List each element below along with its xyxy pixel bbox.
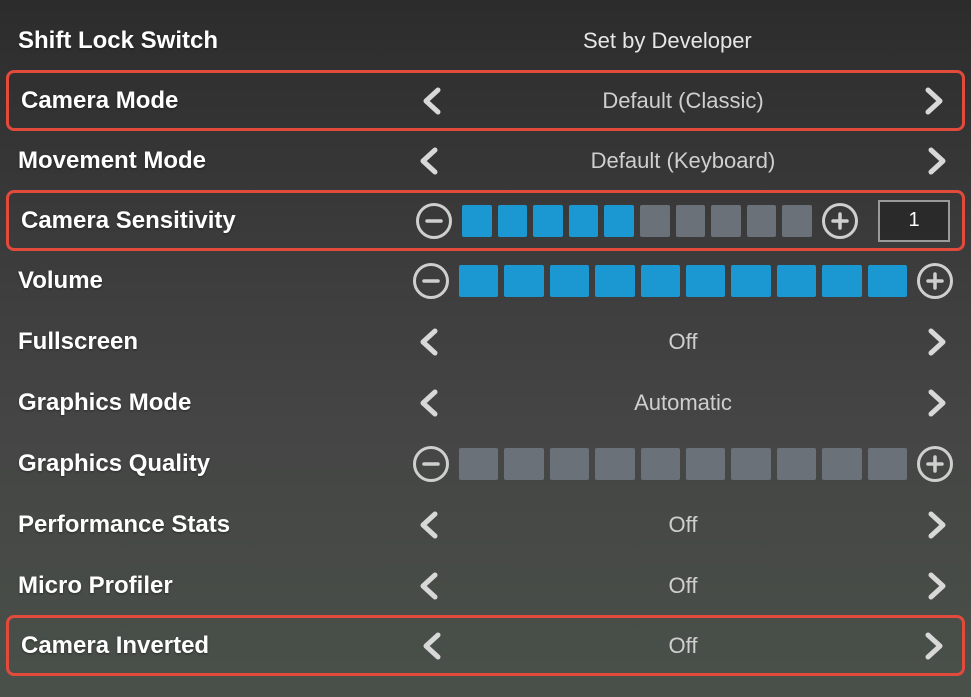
setting-label: Camera Inverted bbox=[21, 632, 416, 660]
slider-segment bbox=[569, 205, 599, 237]
plus-icon[interactable] bbox=[822, 203, 858, 239]
chevron-right-icon[interactable] bbox=[919, 325, 953, 359]
setting-control: Off bbox=[413, 494, 953, 555]
slider-segment bbox=[822, 448, 861, 480]
setting-row-fullscreen: Fullscreen Off bbox=[0, 311, 971, 372]
slider-track[interactable] bbox=[459, 265, 907, 297]
plus-icon[interactable] bbox=[917, 446, 953, 482]
minus-icon[interactable] bbox=[413, 263, 449, 299]
slider-segment bbox=[640, 205, 670, 237]
setting-row-camera-mode: Camera Mode Default (Classic) bbox=[6, 70, 965, 131]
chevron-left-icon[interactable] bbox=[416, 629, 450, 663]
setting-label: Camera Sensitivity bbox=[21, 207, 416, 235]
chevron-left-icon[interactable] bbox=[413, 325, 447, 359]
selector-value: Off bbox=[450, 633, 916, 659]
slider-segment bbox=[731, 265, 770, 297]
slider-segment bbox=[676, 205, 706, 237]
chevron-left-icon[interactable] bbox=[413, 386, 447, 420]
slider-segment bbox=[868, 265, 907, 297]
setting-label: Fullscreen bbox=[18, 328, 413, 356]
minus-icon[interactable] bbox=[416, 203, 452, 239]
setting-row-camera-inverted: Camera Inverted Off bbox=[6, 615, 965, 676]
slider-segment bbox=[533, 205, 563, 237]
setting-label: Graphics Mode bbox=[18, 389, 413, 417]
slider-segment bbox=[595, 448, 634, 480]
setting-control: 1 bbox=[416, 193, 950, 248]
setting-row-movement-mode: Movement Mode Default (Keyboard) bbox=[0, 130, 971, 191]
chevron-left-icon[interactable] bbox=[413, 569, 447, 603]
selector-value: Automatic bbox=[447, 390, 919, 416]
setting-control: Off bbox=[413, 311, 953, 372]
slider-segment bbox=[747, 205, 777, 237]
slider-segment bbox=[868, 448, 907, 480]
plus-icon[interactable] bbox=[917, 263, 953, 299]
selector-value: Default (Classic) bbox=[450, 88, 916, 114]
selector-value: Default (Keyboard) bbox=[447, 148, 919, 174]
setting-row-volume: Volume bbox=[0, 250, 971, 311]
setting-row-graphics-quality: Graphics Quality bbox=[0, 433, 971, 494]
slider-segment bbox=[777, 448, 816, 480]
slider-segment bbox=[498, 205, 528, 237]
static-value: Set by Developer bbox=[583, 28, 752, 53]
setting-control bbox=[413, 433, 953, 494]
slider-segment bbox=[604, 205, 634, 237]
setting-row-graphics-mode: Graphics Mode Automatic bbox=[0, 372, 971, 433]
chevron-right-icon[interactable] bbox=[916, 629, 950, 663]
chevron-right-icon[interactable] bbox=[919, 386, 953, 420]
slider-segment bbox=[686, 265, 725, 297]
setting-control: Set by Developer bbox=[413, 10, 953, 71]
setting-control: Automatic bbox=[413, 372, 953, 433]
setting-label: Shift Lock Switch bbox=[18, 27, 413, 55]
setting-row-shift-lock: Shift Lock Switch Set by Developer bbox=[0, 10, 971, 71]
setting-control bbox=[413, 250, 953, 311]
slider-segment bbox=[711, 205, 741, 237]
slider-track[interactable] bbox=[459, 448, 907, 480]
setting-label: Micro Profiler bbox=[18, 572, 413, 600]
slider-segment bbox=[462, 205, 492, 237]
setting-label: Graphics Quality bbox=[18, 450, 413, 478]
slider-segment bbox=[595, 265, 634, 297]
selector-value: Off bbox=[447, 512, 919, 538]
slider-segment bbox=[459, 448, 498, 480]
settings-panel: Shift Lock Switch Set by Developer Camera … bbox=[0, 0, 971, 676]
chevron-left-icon[interactable] bbox=[416, 84, 450, 118]
slider-segment bbox=[641, 448, 680, 480]
slider-track[interactable] bbox=[462, 205, 812, 237]
chevron-right-icon[interactable] bbox=[916, 84, 950, 118]
chevron-right-icon[interactable] bbox=[919, 144, 953, 178]
setting-row-camera-sensitivity: Camera Sensitivity 1 bbox=[6, 190, 965, 251]
setting-label: Volume bbox=[18, 267, 413, 295]
selector-value: Off bbox=[447, 573, 919, 599]
setting-control: Off bbox=[416, 618, 950, 673]
slider-segment bbox=[782, 205, 812, 237]
slider-segment bbox=[550, 265, 589, 297]
setting-row-micro-profiler: Micro Profiler Off bbox=[0, 555, 971, 616]
selector-value: Off bbox=[447, 329, 919, 355]
slider-segment bbox=[550, 448, 589, 480]
setting-label: Performance Stats bbox=[18, 511, 413, 539]
numeric-input[interactable]: 1 bbox=[878, 200, 950, 242]
setting-control: Default (Classic) bbox=[416, 73, 950, 128]
setting-control: Default (Keyboard) bbox=[413, 130, 953, 191]
slider-segment bbox=[822, 265, 861, 297]
setting-label: Camera Mode bbox=[21, 87, 416, 115]
setting-label: Movement Mode bbox=[18, 147, 413, 175]
chevron-right-icon[interactable] bbox=[919, 508, 953, 542]
slider-segment bbox=[504, 265, 543, 297]
slider-segment bbox=[731, 448, 770, 480]
slider-segment bbox=[459, 265, 498, 297]
chevron-right-icon[interactable] bbox=[919, 569, 953, 603]
setting-control: Off bbox=[413, 555, 953, 616]
slider-segment bbox=[504, 448, 543, 480]
slider-segment bbox=[641, 265, 680, 297]
minus-icon[interactable] bbox=[413, 446, 449, 482]
chevron-left-icon[interactable] bbox=[413, 508, 447, 542]
slider-segment bbox=[777, 265, 816, 297]
slider-segment bbox=[686, 448, 725, 480]
chevron-left-icon[interactable] bbox=[413, 144, 447, 178]
setting-row-performance-stats: Performance Stats Off bbox=[0, 494, 971, 555]
